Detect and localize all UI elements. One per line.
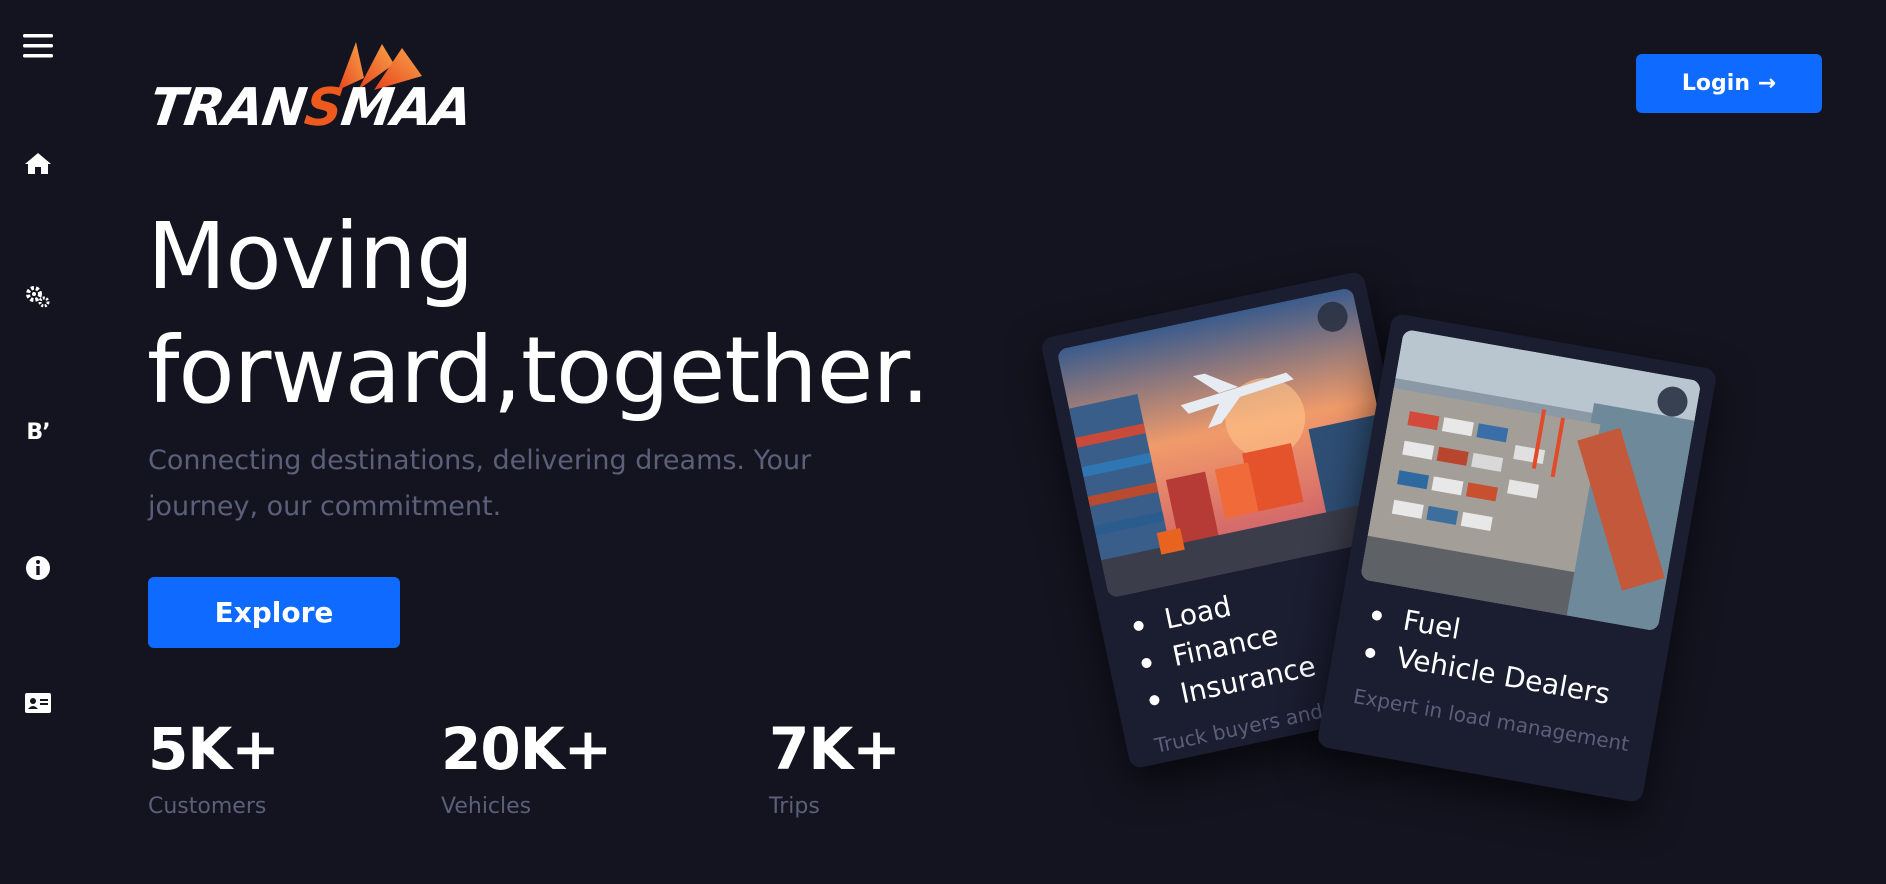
hero-title: Moving forward,together. [147,200,967,428]
port-image-icon [1359,328,1702,632]
stat-trips: 7K+ Trips [769,715,901,819]
info-icon[interactable] [14,548,62,588]
sidebar: B’ [0,0,76,884]
stat-label: Vehicles [441,794,532,819]
stat-vehicles: 20K+ Vehicles [441,715,612,819]
hero-title-line2: forward,together. [147,317,930,424]
logo-text-part1: TRAN [145,78,310,138]
hero-title-line1: Moving [147,203,474,310]
logo-wordmark: TRANSMAA [146,78,475,138]
explore-button[interactable]: Explore [148,577,400,648]
stat-label: Trips [769,794,820,819]
hero-subtitle: Connecting destinations, delivering drea… [148,445,812,522]
login-button[interactable]: Login → [1636,54,1822,113]
home-icon[interactable] [14,143,62,183]
hamburger-menu-icon[interactable] [14,26,62,66]
stat-value: 7K+ [769,715,901,783]
contact-card-icon[interactable] [14,683,62,723]
stat-value: 5K+ [148,715,280,783]
brand-logo[interactable]: TRANSMAA [146,38,475,138]
stat-label: Customers [148,794,267,819]
stat-customers: 5K+ Customers [148,715,280,819]
logo-text-part3: MAA [337,78,476,138]
blog-icon[interactable]: B’ [14,412,62,452]
gears-icon[interactable] [14,277,62,317]
stat-value: 20K+ [441,715,612,783]
card-image-port [1359,328,1702,632]
blog-label: B’ [26,419,50,445]
